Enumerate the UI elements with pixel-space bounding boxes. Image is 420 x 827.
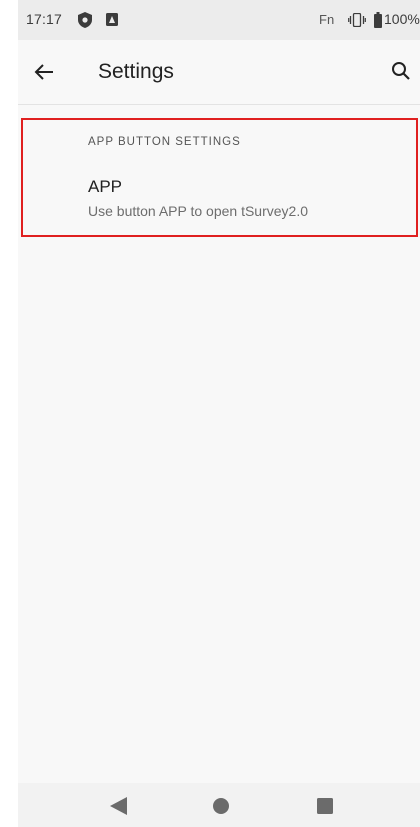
search-icon: [392, 62, 410, 80]
nav-back-icon[interactable]: [107, 796, 129, 816]
app-button-preference[interactable]: APP Use button APP to open tSurvey2.0: [21, 165, 418, 235]
section-header: APP BUTTON SETTINGS: [88, 136, 241, 148]
preference-title: APP: [88, 177, 123, 196]
arrow-back-icon: [34, 64, 53, 80]
left-margin: [0, 0, 18, 827]
preference-summary: Use button APP to open tSurvey2.0: [88, 203, 309, 219]
vibrate-icon: [348, 13, 366, 27]
navigation-bar: [18, 783, 420, 827]
battery-icon: [374, 12, 382, 28]
search-button[interactable]: [386, 56, 416, 86]
page-title: Settings: [98, 60, 174, 83]
nav-home-icon[interactable]: [211, 796, 231, 816]
shield-icon: [78, 12, 92, 28]
battery-percentage: 100%: [384, 11, 420, 27]
back-button[interactable]: [28, 56, 60, 88]
fn-indicator: Fn: [319, 12, 335, 27]
status-bar: 17:17 Fn 100%: [18, 0, 420, 40]
nav-recents-icon[interactable]: [316, 797, 334, 815]
settings-window: 17:17 Fn 100% Settings APP BUTTON SETTIN…: [18, 0, 420, 827]
settings-list: APP BUTTON SETTINGS APP Use button APP t…: [18, 105, 420, 783]
notification-icon: [106, 13, 118, 26]
screen: 17:17 Fn 100% Settings APP BUTTON SETTIN…: [0, 0, 420, 827]
status-time: 17:17: [26, 11, 63, 27]
app-bar: Settings: [18, 40, 420, 105]
